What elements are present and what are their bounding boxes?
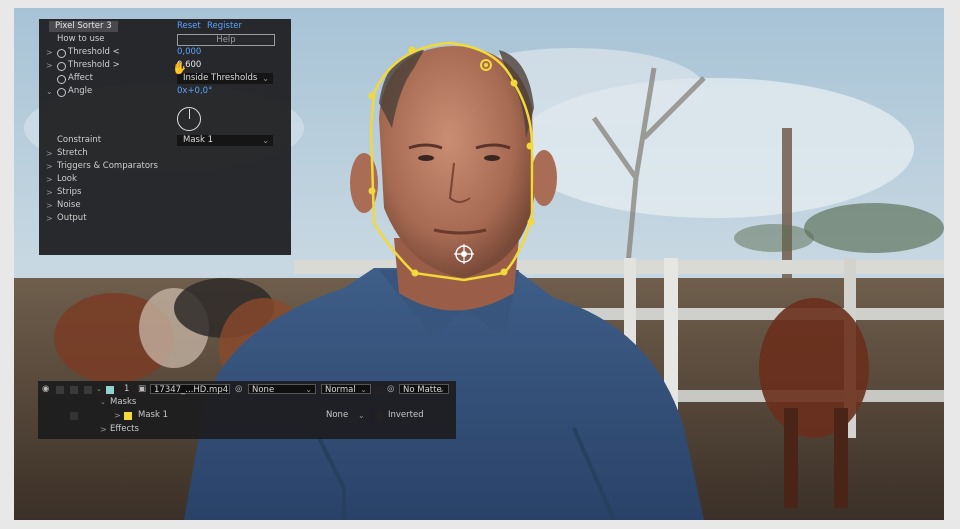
register-link[interactable]: Register — [207, 21, 242, 32]
masks-label: Masks — [110, 397, 137, 407]
blend-mode-dropdown[interactable]: Normal ⌄ — [321, 384, 371, 395]
chevron-down-icon: ⌄ — [305, 385, 312, 394]
chevron-down-icon: ⌄ — [262, 136, 269, 145]
group-stretch[interactable]: > Stretch — [39, 147, 291, 160]
group-label: Strips — [57, 187, 82, 197]
constraint-label: Constraint — [57, 135, 102, 145]
mask-color-swatch[interactable] — [124, 412, 132, 420]
constraint-row: Constraint Mask 1 ⌄ — [39, 134, 291, 147]
expand-chevron-icon[interactable]: > — [46, 186, 53, 199]
timeline-panel: ◉ ⌄ 1 ▣ 17347_...HD.mp4 ◎ None ⌄ Normal ⌄ … — [38, 381, 456, 439]
effect-header: Pixel Sorter 3 Reset Register — [39, 19, 291, 33]
affect-row: Affect Inside Thresholds ⌄ — [39, 72, 291, 85]
affect-value: Inside Thresholds — [183, 73, 258, 83]
effect-controls-panel: Pixel Sorter 3 Reset Register How to use… — [39, 19, 291, 255]
how-to-use-row: How to use Help — [39, 33, 291, 46]
chevron-down-icon: ⌄ — [438, 385, 445, 394]
audio-toggle[interactable] — [56, 386, 64, 394]
constraint-value: Mask 1 — [183, 135, 214, 145]
collapse-chevron-icon[interactable]: ⌄ — [100, 396, 106, 409]
parent-dropdown[interactable]: None ⌄ — [248, 384, 316, 395]
expand-chevron-icon[interactable]: > — [46, 212, 53, 225]
threshold-high-label: Threshold > — [68, 60, 120, 70]
threshold-low-row: > Threshold < 0,000 — [39, 46, 291, 59]
group-label: Look — [57, 174, 77, 184]
blend-mode-value: Normal — [325, 385, 356, 395]
expand-chevron-icon[interactable]: > — [46, 199, 53, 212]
stopwatch-icon[interactable] — [57, 62, 66, 71]
group-label: Stretch — [57, 148, 88, 158]
matte-pickwhip-icon[interactable]: ◎ — [387, 383, 394, 396]
chevron-down-icon: ⌄ — [262, 74, 269, 83]
label-color-swatch[interactable] — [106, 386, 114, 394]
group-noise[interactable]: > Noise — [39, 199, 291, 212]
group-label: Triggers & Comparators — [57, 161, 158, 171]
angle-label: Angle — [68, 86, 93, 96]
effect-title[interactable]: Pixel Sorter 3 — [49, 21, 118, 32]
effects-row[interactable]: > Effects — [38, 423, 456, 436]
threshold-low-value[interactable]: 0,000 — [177, 46, 201, 59]
threshold-high-row: > Threshold > 0,600 — [39, 59, 291, 72]
expand-chevron-icon[interactable]: > — [114, 409, 121, 422]
parent-value: None — [252, 385, 275, 395]
lock-toggle[interactable] — [84, 386, 92, 394]
mask-mode-value[interactable]: None — [326, 409, 348, 422]
layer-number: 1 — [124, 384, 130, 394]
collapse-chevron-icon[interactable]: ⌄ — [46, 85, 53, 98]
expand-chevron-icon[interactable]: > — [46, 59, 53, 72]
expand-chevron-icon[interactable]: > — [46, 173, 53, 186]
layer-expand-icon[interactable]: ⌄ — [96, 383, 102, 396]
chevron-down-icon: ⌄ — [360, 385, 367, 394]
group-look[interactable]: > Look — [39, 173, 291, 186]
solo-toggle[interactable] — [70, 386, 78, 394]
angle-dial-needle — [189, 109, 190, 119]
inverted-checkbox[interactable] — [375, 412, 383, 420]
inverted-label: Inverted — [388, 410, 424, 420]
group-strips[interactable]: > Strips — [39, 186, 291, 199]
group-label: Noise — [57, 200, 81, 210]
angle-value[interactable]: 0x+0,0° — [177, 85, 212, 98]
track-matte-toggle[interactable] — [375, 386, 383, 394]
track-matte-value: No Matte — [403, 385, 442, 395]
masks-row[interactable]: ⌄ Masks — [38, 396, 456, 409]
group-label: Output — [57, 213, 87, 223]
angle-row: ⌄ Angle 0x+0,0° — [39, 85, 291, 98]
expand-chevron-icon[interactable]: > — [46, 160, 53, 173]
expand-chevron-icon[interactable]: > — [100, 423, 107, 436]
threshold-low-label: Threshold < — [68, 47, 120, 57]
expand-chevron-icon[interactable]: > — [46, 147, 53, 160]
mask-name[interactable]: Mask 1 — [138, 409, 168, 422]
group-output[interactable]: > Output — [39, 212, 291, 225]
chevron-down-icon: ⌄ — [358, 411, 365, 420]
mouse-cursor-icon: ✋ — [172, 61, 187, 75]
expand-chevron-icon[interactable]: > — [46, 46, 53, 59]
constraint-dropdown[interactable]: Mask 1 ⌄ — [177, 135, 273, 146]
layer-row[interactable]: ◉ ⌄ 1 ▣ 17347_...HD.mp4 ◎ None ⌄ Normal ⌄ … — [38, 383, 456, 396]
composition-viewer[interactable]: Pixel Sorter 3 Reset Register How to use… — [14, 8, 944, 520]
help-button[interactable]: Help — [177, 34, 275, 46]
angle-dial[interactable] — [177, 107, 201, 131]
track-matte-dropdown[interactable]: No Matte ⌄ — [399, 384, 449, 395]
stopwatch-icon[interactable] — [57, 49, 66, 58]
reset-link[interactable]: Reset — [177, 21, 201, 32]
mask-row[interactable]: > Mask 1 None ⌄ Inverted — [38, 409, 456, 422]
layer-name-field[interactable]: 17347_...HD.mp4 — [150, 384, 230, 395]
mask-lock-toggle[interactable] — [70, 412, 78, 420]
effects-label: Effects — [110, 424, 139, 434]
pickwhip-icon[interactable]: ◎ — [235, 383, 242, 396]
how-to-use-label: How to use — [57, 34, 105, 44]
affect-label: Affect — [68, 73, 93, 83]
affect-dropdown[interactable]: Inside Thresholds ⌄ — [177, 73, 273, 84]
visibility-eye-icon[interactable]: ◉ — [42, 383, 49, 396]
stopwatch-icon[interactable] — [57, 88, 66, 97]
group-triggers[interactable]: > Triggers & Comparators — [39, 160, 291, 173]
stopwatch-icon[interactable] — [57, 75, 66, 84]
footage-icon: ▣ — [138, 384, 147, 394]
